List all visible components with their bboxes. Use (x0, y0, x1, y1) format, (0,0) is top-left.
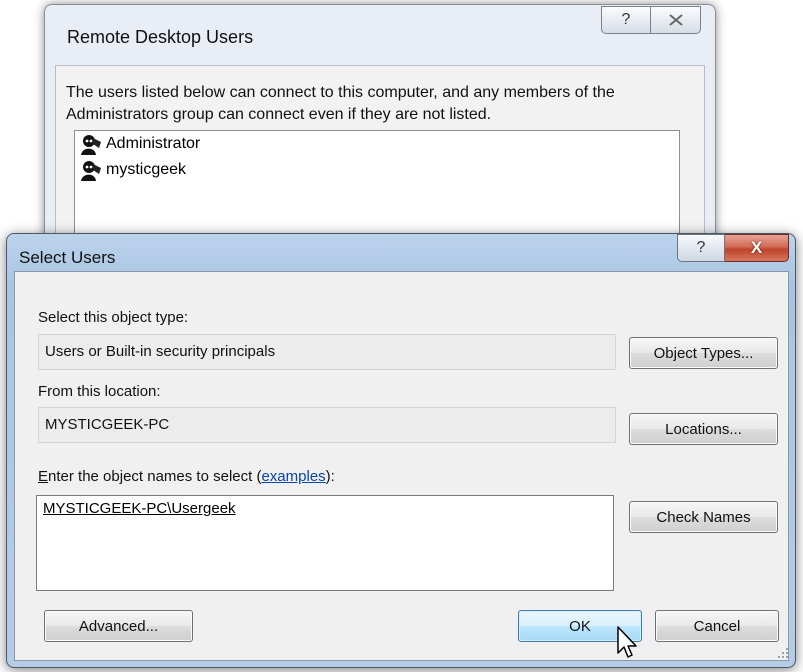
examples-link[interactable]: examples (261, 468, 325, 485)
location-field: MYSTICGEEK-PC (38, 407, 616, 443)
cancel-button[interactable]: Cancel (655, 610, 779, 642)
check-names-button[interactable]: Check Names (629, 501, 778, 533)
enter-names-label-end: ): (325, 468, 335, 485)
select-users-dialog: Select Users ? X (6, 233, 796, 668)
user-name: Administrator (106, 135, 201, 152)
question-mark-icon: ? (696, 239, 706, 256)
dialog-body (14, 271, 789, 661)
object-type-label: Select this object type: (38, 309, 189, 326)
list-item[interactable]: mysticgeek (75, 157, 679, 183)
question-mark-icon: ? (621, 11, 631, 28)
user-icon (80, 161, 102, 181)
user-icon (80, 135, 102, 155)
close-button[interactable] (651, 6, 701, 34)
object-type-field: Users or Built-in security principals (38, 334, 616, 370)
object-types-button[interactable]: Object Types... (629, 337, 778, 369)
object-names-value: MYSTICGEEK-PC\Usergeek (43, 500, 236, 517)
caption-buttons: ? (601, 6, 701, 34)
enter-names-label-text: nter the object names to select ( (48, 468, 262, 485)
help-button[interactable]: ? (677, 234, 725, 262)
caption-buttons: ? X (677, 234, 789, 262)
locations-button[interactable]: Locations... (629, 413, 778, 445)
user-name: mysticgeek (106, 161, 187, 178)
accelerator-key: E (38, 468, 49, 485)
enter-names-label: Enter the object names to select (exampl… (38, 468, 335, 485)
advanced-button[interactable]: Advanced... (44, 610, 193, 642)
close-x-icon (668, 14, 683, 26)
screen: Remote Desktop Users ? The users listed … (0, 0, 803, 672)
list-item[interactable]: Administrator (75, 131, 679, 157)
object-names-input[interactable]: MYSTICGEEK-PC\Usergeek (36, 495, 614, 591)
resize-grip-icon[interactable] (777, 647, 789, 659)
location-label: From this location: (38, 383, 161, 400)
mouse-pointer-icon (617, 626, 637, 658)
close-x-icon: X (750, 238, 763, 257)
close-button[interactable]: X (725, 234, 789, 262)
dialog-title: Remote Desktop Users (67, 27, 254, 47)
dialog-title: Select Users (19, 248, 116, 267)
help-button[interactable]: ? (601, 6, 651, 34)
description-text: The users listed below can connect to th… (66, 84, 615, 123)
